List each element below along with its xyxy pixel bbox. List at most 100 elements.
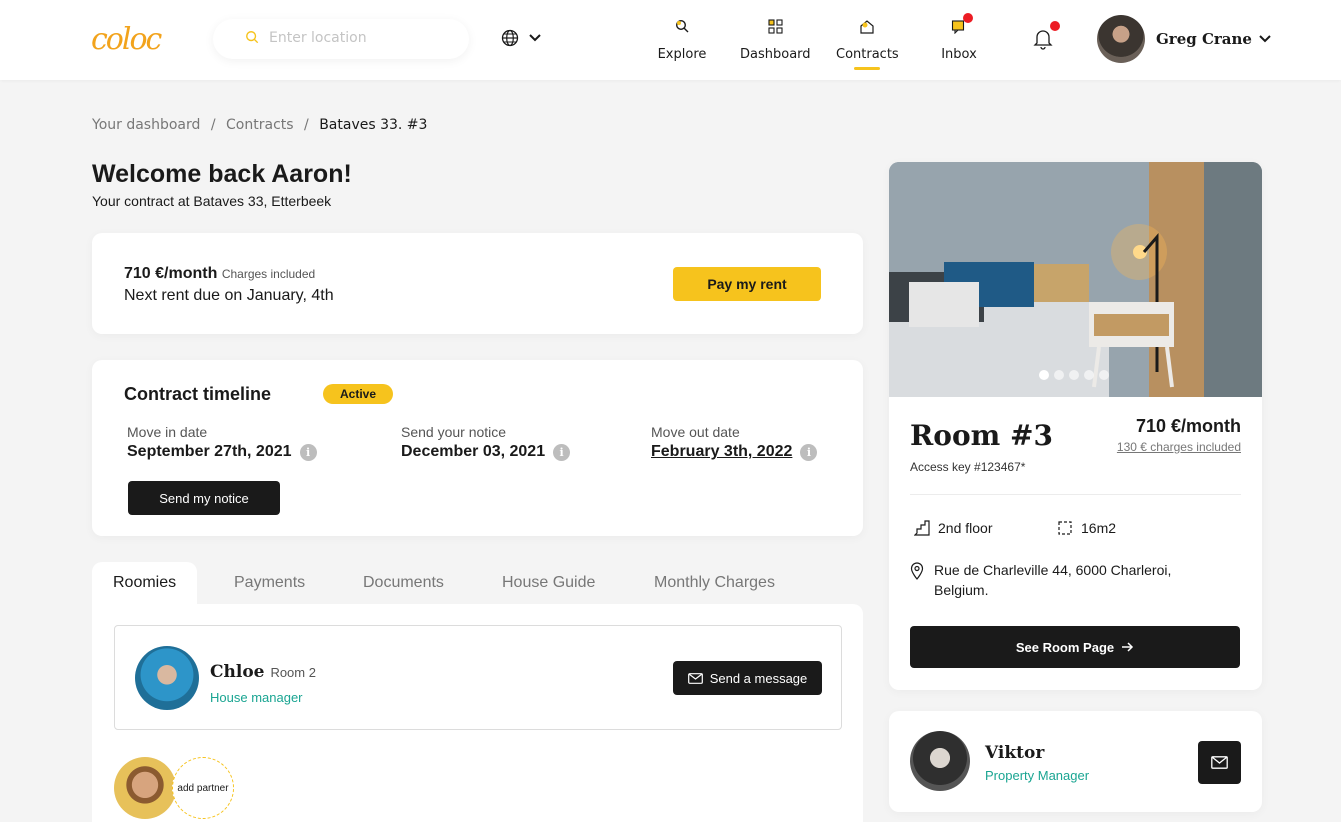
- room-card: Room #3 Access key #123467* 710 €/month …: [889, 162, 1262, 690]
- page-subtitle: Your contract at Bataves 33, Etterbeek: [92, 193, 332, 209]
- nav-inbox-label: Inbox: [941, 47, 977, 62]
- top-navigation-bar: coloc Enter location Explore Dashboard C…: [0, 0, 1341, 80]
- roomie-card: Chloe Room 2 House manager Send a messag…: [114, 625, 842, 730]
- notice-value: December 03, 2021: [401, 443, 546, 460]
- partner-avatar: [114, 757, 176, 819]
- nav-dashboard-label: Dashboard: [740, 47, 811, 62]
- chevron-down-icon: [529, 34, 541, 42]
- access-key: Access key #123467*: [910, 460, 1026, 474]
- message-manager-button[interactable]: [1198, 741, 1241, 784]
- mail-icon: [687, 672, 703, 684]
- manager-name: Viktor: [985, 743, 1045, 763]
- tab-monthly-charges[interactable]: Monthly Charges: [654, 562, 775, 604]
- user-menu[interactable]: Greg Crane: [1097, 15, 1271, 63]
- nav-explore[interactable]: Explore: [656, 14, 708, 62]
- status-badge: Active: [323, 384, 393, 404]
- move-in-value: September 27th, 2021: [127, 443, 292, 460]
- property-manager-card: Viktor Property Manager: [889, 711, 1262, 812]
- coloc-logo[interactable]: coloc: [91, 22, 162, 57]
- breadcrumb-item-dashboard[interactable]: Your dashboard: [92, 117, 200, 133]
- user-avatar: [1097, 15, 1145, 63]
- info-icon[interactable]: i: [553, 443, 571, 461]
- manager-role: Property Manager: [985, 768, 1090, 783]
- see-room-page-label: See Room Page: [1015, 639, 1115, 655]
- breadcrumb-separator: /: [210, 117, 216, 133]
- rent-card: 710 €/month Charges included Next rent d…: [92, 233, 863, 334]
- photo-carousel-dots[interactable]: [1039, 370, 1109, 380]
- timeline-title: Contract timeline: [124, 384, 272, 404]
- room-area: 16m2: [1057, 520, 1116, 536]
- rent-due-date: Next rent due on January, 4th: [124, 287, 334, 304]
- move-in-date: Move in date September 27th, 2021 i: [127, 424, 317, 461]
- roomie-name: Chloe Room 2: [210, 662, 316, 682]
- breadcrumb-separator: /: [304, 117, 309, 133]
- room-photo[interactable]: [889, 162, 1262, 397]
- globe-icon: [501, 29, 519, 47]
- search-input-placeholder[interactable]: Enter location: [269, 30, 367, 46]
- chevron-down-icon: [1259, 35, 1271, 43]
- room-title: Room #3: [910, 419, 1053, 452]
- manager-avatar: [910, 731, 970, 791]
- rent-charges-note: Charges included: [221, 267, 316, 281]
- room-photo-illustration: [889, 162, 1262, 397]
- language-selector[interactable]: [500, 28, 544, 50]
- location-pin-icon: [910, 562, 924, 580]
- address-line-2: Belgium.: [934, 582, 989, 598]
- notifications-button[interactable]: [1032, 21, 1060, 55]
- room-area-text: 16m2: [1081, 520, 1117, 536]
- rent-amount: 710 €/month Charges included: [124, 265, 315, 283]
- area-icon: [1058, 521, 1072, 535]
- nav-contracts[interactable]: Contracts: [836, 14, 899, 70]
- roomie-room: Room 2: [270, 665, 316, 680]
- tab-house-guide[interactable]: House Guide: [502, 562, 595, 604]
- carousel-dot[interactable]: [1039, 370, 1049, 380]
- breadcrumb-item-current: Bataves 33. #3: [319, 117, 428, 133]
- nav-explore-label: Explore: [657, 47, 707, 62]
- page-title: Welcome back Aaron!: [92, 160, 352, 188]
- roomie-role: House manager: [210, 690, 303, 705]
- nav-inbox[interactable]: Inbox: [936, 13, 982, 62]
- stairs-icon: [914, 520, 930, 536]
- search-icon: [246, 31, 259, 44]
- active-nav-indicator: [854, 67, 880, 70]
- location-search-bar[interactable]: Enter location: [213, 19, 469, 59]
- room-floor-text: 2nd floor: [938, 520, 993, 536]
- pay-rent-button[interactable]: Pay my rent: [673, 267, 821, 301]
- room-price: 710 €/month: [1135, 416, 1241, 436]
- send-message-button[interactable]: Send a message: [673, 661, 822, 695]
- notice-date: Send your notice December 03, 2021 i: [401, 424, 571, 461]
- dashboard-icon: [767, 18, 783, 34]
- see-room-page-button[interactable]: See Room Page: [910, 626, 1240, 668]
- tab-roomies[interactable]: Roomies: [92, 562, 198, 604]
- roomie-avatar: [135, 646, 199, 710]
- send-message-label: Send a message: [709, 670, 808, 686]
- nav-contracts-label: Contracts: [836, 47, 899, 62]
- breadcrumb-item-contracts[interactable]: Contracts: [226, 117, 294, 133]
- add-partner-button[interactable]: add partner: [172, 757, 234, 819]
- send-notice-button[interactable]: Send my notice: [128, 481, 280, 515]
- address-line-1: Rue de Charleville 44, 6000 Charleroi,: [934, 562, 1172, 578]
- tab-documents[interactable]: Documents: [363, 562, 444, 604]
- divider: [910, 494, 1241, 495]
- arrow-right-icon: [1122, 642, 1134, 652]
- move-out-value[interactable]: February 3th, 2022: [651, 443, 792, 461]
- info-icon[interactable]: i: [299, 443, 317, 461]
- inbox-notification-dot: [963, 13, 973, 23]
- room-address: Rue de Charleville 44, 6000 Charleroi, B…: [910, 560, 1171, 600]
- nav-dashboard[interactable]: Dashboard: [740, 14, 811, 62]
- room-floor: 2nd floor: [914, 520, 992, 536]
- rent-amount-value: 710 €/month: [124, 265, 218, 282]
- info-icon[interactable]: i: [800, 443, 818, 461]
- tab-payments[interactable]: Payments: [234, 562, 305, 604]
- notification-dot: [1050, 21, 1060, 31]
- carousel-dot[interactable]: [1069, 370, 1079, 380]
- move-out-label: Move out date: [651, 424, 740, 440]
- carousel-dot[interactable]: [1099, 370, 1109, 380]
- room-charges-link[interactable]: 130 € charges included: [1117, 440, 1241, 454]
- move-in-label: Move in date: [127, 424, 208, 440]
- carousel-dot[interactable]: [1054, 370, 1064, 380]
- carousel-dot[interactable]: [1084, 370, 1094, 380]
- contracts-icon: [860, 19, 874, 34]
- contract-timeline-card: Contract timeline Active Move in date Se…: [92, 360, 863, 536]
- breadcrumb: Your dashboard / Contracts / Bataves 33.…: [92, 117, 427, 133]
